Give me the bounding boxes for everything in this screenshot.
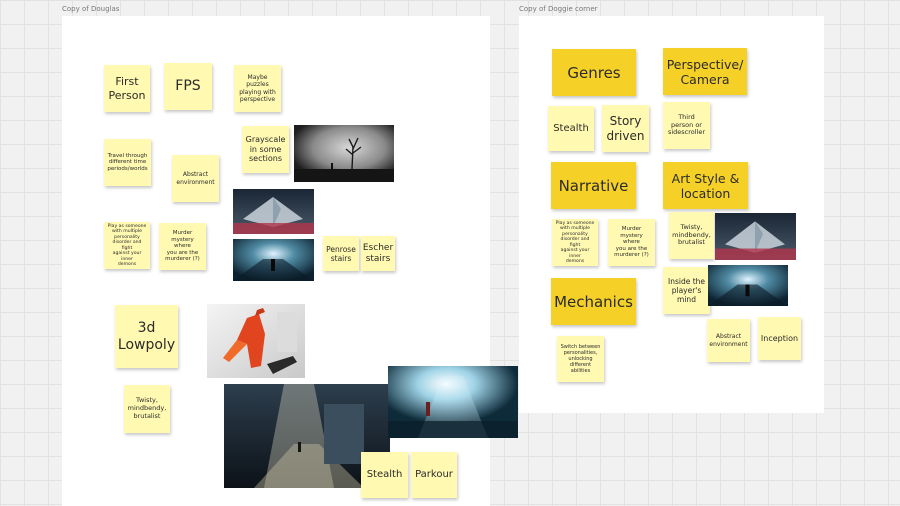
sticky-note-murder-mystery[interactable]: Murder mystery where you are the murdere… [159, 223, 206, 270]
sticky-note-text: Inside the player's mind [667, 277, 706, 304]
sticky-note-text: Escher stairs [362, 242, 394, 264]
sticky-note-text: Abstract environment [709, 333, 748, 348]
sticky-note-narrative[interactable]: Narrative [551, 162, 636, 209]
sticky-note-text: Twisty, mindbendy, brutalist [672, 222, 711, 247]
sticky-note-escher-stairs[interactable]: Escher stairs [361, 236, 395, 271]
sticky-note-grayscale[interactable]: Grayscale in some sections [242, 126, 289, 173]
sticky-note-fps[interactable]: FPS [164, 63, 212, 110]
sticky-note-story-driven[interactable]: Story driven [602, 105, 649, 152]
sticky-note-inside-mind[interactable]: Inside the player's mind [663, 267, 710, 314]
sticky-note-twisty[interactable]: Twisty, mindbendy, brutalist [124, 385, 170, 433]
sticky-note-3d-lowpoly[interactable]: 3d Lowpoly [115, 305, 178, 368]
frame-label-douglas[interactable]: Copy of Douglas [62, 5, 119, 13]
image-brutalist-corridor[interactable] [233, 189, 314, 234]
image-grayscale-forest[interactable] [294, 125, 394, 182]
sticky-note-text: Genres [567, 63, 621, 82]
frame-label-doggie[interactable]: Copy of Doggie corner [519, 5, 598, 13]
sticky-note-text: 3d Lowpoly [117, 319, 176, 353]
sticky-note-text: Abstract environment [176, 171, 215, 186]
sticky-note-genres[interactable]: Genres [552, 49, 636, 96]
sticky-note-maybe-puzzles[interactable]: Maybe puzzles playing with perspective [234, 65, 281, 112]
sticky-note-penrose-stairs[interactable]: Penrose stairs [323, 236, 359, 271]
image-light-beam[interactable] [388, 366, 518, 438]
sticky-note-text: Maybe puzzles playing with perspective [239, 74, 276, 103]
image-grayscale-forest-graphic [294, 125, 394, 182]
sticky-note-text: Stealth [553, 122, 589, 134]
image-lowpoly-shooter[interactable] [207, 304, 305, 378]
image-light-cave-art[interactable] [708, 265, 788, 306]
image-light-cave-art-graphic [708, 265, 788, 306]
sticky-note-text: Stealth [366, 469, 403, 480]
sticky-note-stealth-genre[interactable]: Stealth [548, 106, 594, 151]
sticky-note-play-as-someone[interactable]: Play as someone with multiple personalit… [104, 222, 150, 269]
sticky-note-first-person[interactable]: First Person [104, 65, 150, 112]
sticky-note-text: FPS [175, 78, 201, 95]
sticky-note-text: Story driven [606, 114, 645, 143]
sticky-note-travel-time[interactable]: Travel through different time periods/wo… [104, 139, 151, 186]
sticky-note-text: Switch between personalities, unlocking … [560, 344, 601, 374]
sticky-note-text: Play as someone with multiple personalit… [107, 223, 147, 268]
sticky-note-murder-mystery-narrative[interactable]: Murder mystery where you are the murdere… [608, 219, 655, 266]
sticky-note-art-style[interactable]: Art Style & location [663, 162, 748, 209]
image-brutalist-corridor-art[interactable] [715, 213, 796, 260]
sticky-note-inception[interactable]: Inception [758, 317, 801, 360]
sticky-note-text: First Person [108, 75, 146, 102]
sticky-note-text: Play as someone with multiple personalit… [555, 220, 595, 265]
image-light-cave-graphic [233, 239, 314, 281]
sticky-note-text: Perspective/ Camera [666, 56, 744, 87]
image-lowpoly-shooter-graphic [207, 304, 305, 378]
sticky-note-switch-personalities[interactable]: Switch between personalities, unlocking … [557, 336, 604, 382]
sticky-note-text: Mechanics [554, 292, 633, 311]
sticky-note-text: Third person or sidescroller [667, 112, 706, 137]
sticky-note-play-as-someone-narrative[interactable]: Play as someone with multiple personalit… [552, 219, 598, 266]
sticky-note-text: Parkour [415, 469, 453, 480]
image-brutalist-corridor-graphic [233, 189, 314, 234]
image-light-cave[interactable] [233, 239, 314, 281]
sticky-note-text: Travel through different time periods/wo… [107, 152, 148, 172]
sticky-note-twisty-art[interactable]: Twisty, mindbendy, brutalist [669, 212, 714, 259]
sticky-note-text: Murder mystery where you are the murdere… [165, 230, 200, 263]
sticky-note-text: Art Style & location [671, 170, 740, 201]
sticky-note-text: Grayscale in some sections [245, 135, 286, 164]
sticky-note-text: Inception [760, 333, 799, 343]
sticky-note-stealth[interactable]: Stealth [361, 452, 408, 498]
sticky-note-text: Murder mystery where you are the murdere… [614, 226, 649, 259]
sticky-note-abstract-environment-art[interactable]: Abstract environment [707, 319, 750, 362]
sticky-note-abstract-environment[interactable]: Abstract environment [172, 155, 219, 202]
sticky-note-text: Narrative [558, 176, 629, 195]
sticky-note-mechanics[interactable]: Mechanics [551, 278, 636, 325]
sticky-note-text: Twisty, mindbendy, brutalist [127, 396, 167, 420]
sticky-note-text: Penrose stairs [326, 244, 356, 263]
sticky-note-parkour[interactable]: Parkour [411, 452, 457, 498]
sticky-note-third-person[interactable]: Third person or sidescroller [663, 102, 710, 149]
sticky-note-perspective-camera[interactable]: Perspective/ Camera [663, 48, 747, 95]
image-brutalist-corridor-art-graphic [715, 213, 796, 260]
image-light-beam-graphic [388, 366, 518, 438]
